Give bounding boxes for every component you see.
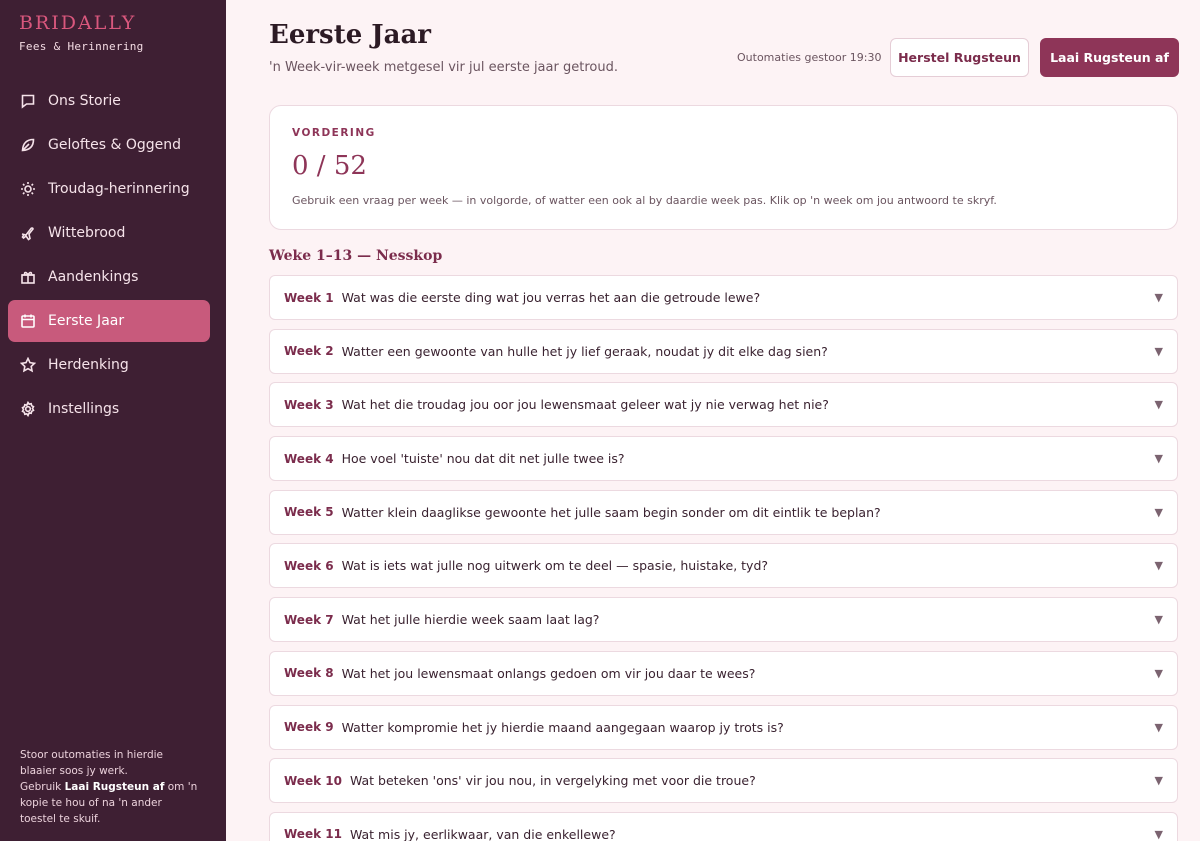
main-content: Eerste Jaar 'n Week-vir-week metgesel vi… xyxy=(226,0,1200,841)
restore-backup-button[interactable]: Herstel Rugsteun xyxy=(890,38,1029,77)
week-item[interactable]: Week 2 Watter een gewoonte van hulle het… xyxy=(269,328,1178,374)
gear-icon xyxy=(20,401,36,417)
chevron-down-icon: ▼ xyxy=(1154,344,1163,358)
week-question: Hoe voel 'tuiste' nou dat dit net julle … xyxy=(341,451,625,467)
week-question: Watter een gewoonte van hulle het jy lie… xyxy=(341,343,828,359)
leaf-icon xyxy=(20,137,36,153)
chevron-down-icon: ▼ xyxy=(1154,559,1163,573)
week-number: Week 5 xyxy=(284,505,334,520)
week-number: Week 7 xyxy=(284,612,334,627)
week-question: Wat is iets wat julle nog uitwerk om te … xyxy=(341,558,769,574)
progress-help-text: Gebruik een vraag per week — in volgorde… xyxy=(292,194,997,207)
section-heading: Weke 1–13 — Nesskop xyxy=(269,248,443,264)
sidebar-item-troudag-herinnering[interactable]: Troudag-herinnering xyxy=(8,168,210,210)
sidebar-item-label: Wittebrood xyxy=(48,225,126,241)
week-question: Wat beteken 'ons' vir jou nou, in vergel… xyxy=(349,773,756,789)
week-item[interactable]: Week 8 Wat het jou lewensmaat onlangs ge… xyxy=(269,650,1178,696)
star-icon xyxy=(20,357,36,373)
sidebar-item-herdenking[interactable]: Herdenking xyxy=(8,344,210,386)
week-number: Week 9 xyxy=(284,720,334,734)
chevron-down-icon: ▼ xyxy=(1154,666,1163,680)
week-number: Week 4 xyxy=(284,451,334,466)
week-list: Week 1 Wat was die eerste ding wat jou v… xyxy=(269,275,1178,841)
chevron-down-icon: ▼ xyxy=(1154,452,1163,466)
autosave-note-line1: Stoor outomaties in hierdie blaaier soos… xyxy=(20,749,163,777)
week-question: Wat was die eerste ding wat jou verras h… xyxy=(341,290,761,305)
week-item[interactable]: Week 11 Wat mis jy, eerlikwaar, van die … xyxy=(269,811,1178,841)
progress-card: VORDERING 0 / 52 Gebruik een vraag per w… xyxy=(269,105,1178,230)
week-number: Week 11 xyxy=(284,827,342,841)
progress-value: 0 / 52 xyxy=(292,151,367,181)
sidebar-item-aandenkings[interactable]: Aandenkings xyxy=(8,256,210,298)
chevron-down-icon: ▼ xyxy=(1154,720,1163,734)
sidebar-item-label: Ons Storie xyxy=(48,93,121,109)
week-number: Week 2 xyxy=(284,344,334,359)
sidebar-item-eerste-jaar[interactable]: Eerste Jaar xyxy=(8,300,210,342)
chevron-down-icon: ▼ xyxy=(1154,774,1163,788)
chat-icon xyxy=(20,93,36,109)
autosave-status: Outomaties gestoor 19:30 xyxy=(737,51,882,64)
sidebar-item-label: Eerste Jaar xyxy=(48,313,125,329)
week-item[interactable]: Week 10 Wat beteken 'ons' vir jou nou, i… xyxy=(269,758,1178,804)
week-question: Wat het julle hierdie week saam laat lag… xyxy=(341,612,600,628)
week-item[interactable]: Week 4 Hoe voel 'tuiste' nou dat dit net… xyxy=(269,436,1178,482)
autosave-note: Stoor outomaties in hierdie blaaier soos… xyxy=(20,747,200,827)
chevron-down-icon: ▼ xyxy=(1154,398,1163,412)
autosave-note-bold: Laai Rugsteun af xyxy=(64,781,165,793)
week-number: Week 10 xyxy=(284,773,342,788)
autosave-note-prefix: Gebruik xyxy=(20,781,65,793)
week-question: Wat mis jy, eerlikwaar, van die enkellew… xyxy=(349,826,616,841)
chevron-down-icon: ▼ xyxy=(1154,827,1163,841)
sidebar-item-label: Troudag-herinnering xyxy=(48,181,190,197)
sidebar-item-label: Geloftes & Oggend xyxy=(48,137,181,153)
page-subtitle: 'n Week-vir-week metgesel vir jul eerste… xyxy=(269,60,618,75)
sun-icon xyxy=(20,181,36,197)
week-number: Week 6 xyxy=(284,558,334,573)
sidebar-item-label: Instellings xyxy=(48,401,120,417)
week-number: Week 3 xyxy=(284,397,334,412)
week-question: Wat het die troudag jou oor jou lewensma… xyxy=(341,397,829,413)
page-title: Eerste Jaar xyxy=(269,20,431,50)
brand-tagline: Fees & Herinnering xyxy=(19,40,144,53)
week-item[interactable]: Week 3 Wat het die troudag jou oor jou l… xyxy=(269,382,1178,428)
brand-logo[interactable]: BRIDALLY xyxy=(19,12,136,34)
week-item[interactable]: Week 5 Watter klein daaglikse gewoonte h… xyxy=(269,489,1178,535)
week-number: Week 8 xyxy=(284,666,334,681)
sidebar-item-ons-storie[interactable]: Ons Storie xyxy=(8,80,210,122)
gift-icon xyxy=(20,269,36,285)
sidebar-item-instellings[interactable]: Instellings xyxy=(8,388,210,430)
sidebar-item-label: Aandenkings xyxy=(48,269,139,285)
chevron-down-icon: ▼ xyxy=(1154,291,1163,304)
sidebar-nav: Ons Storie Geloftes & Oggend Troudag-her… xyxy=(8,80,210,432)
sidebar-item-label: Herdenking xyxy=(48,357,129,373)
week-question: Wat het jou lewensmaat onlangs gedoen om… xyxy=(341,665,756,681)
week-item[interactable]: Week 7 Wat het julle hierdie week saam l… xyxy=(269,597,1178,643)
progress-label: VORDERING xyxy=(292,127,376,139)
week-item[interactable]: Week 9 Watter kompromie het jy hierdie m… xyxy=(269,704,1178,750)
week-number: Week 1 xyxy=(284,290,334,305)
sidebar: BRIDALLY Fees & Herinnering Ons Storie G… xyxy=(0,0,226,841)
plane-icon xyxy=(20,225,36,241)
chevron-down-icon: ▼ xyxy=(1154,505,1163,519)
calendar-icon xyxy=(20,313,36,329)
sidebar-item-wittebrood[interactable]: Wittebrood xyxy=(8,212,210,254)
week-item[interactable]: Week 1 Wat was die eerste ding wat jou v… xyxy=(269,275,1178,320)
download-backup-button[interactable]: Laai Rugsteun af xyxy=(1040,38,1179,77)
sidebar-item-geloftes[interactable]: Geloftes & Oggend xyxy=(8,124,210,166)
week-item[interactable]: Week 6 Wat is iets wat julle nog uitwerk… xyxy=(269,543,1178,589)
week-question: Watter kompromie het jy hierdie maand aa… xyxy=(341,719,784,735)
chevron-down-icon: ▼ xyxy=(1154,613,1163,627)
week-question: Watter klein daaglikse gewoonte het jull… xyxy=(341,504,881,520)
